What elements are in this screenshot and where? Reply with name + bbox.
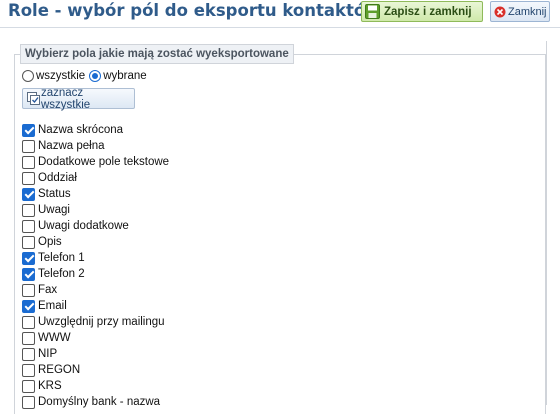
select-all-button[interactable]: zaznacz wszystkie [22, 86, 135, 111]
select-all-icon [27, 92, 40, 105]
field-row[interactable]: Opis [22, 234, 169, 250]
field-checkbox[interactable] [22, 187, 35, 201]
radio-all[interactable] [22, 70, 34, 82]
field-checkbox[interactable] [22, 363, 35, 377]
field-label[interactable]: Domyślny bank - nazwa [38, 396, 160, 408]
field-label[interactable]: Uwagi dodatkowe [38, 220, 129, 232]
field-row[interactable]: Uwzględnij przy mailingu [22, 314, 169, 330]
mode-radio-group: wszystkie wybrane [22, 68, 151, 84]
field-row[interactable]: Nazwa pełna [22, 138, 169, 154]
field-row[interactable]: Uwagi dodatkowe [22, 218, 169, 234]
field-label[interactable]: Nazwa pełna [38, 140, 104, 152]
field-row[interactable]: Fax [22, 282, 169, 298]
close-icon [494, 6, 506, 18]
field-label[interactable]: Uwzględnij przy mailingu [38, 316, 165, 328]
field-label[interactable]: Status [38, 188, 71, 200]
radio-all-label[interactable]: wszystkie [36, 70, 85, 82]
field-checkbox[interactable] [22, 203, 35, 217]
select-all-label: zaznacz wszystkie [41, 86, 91, 111]
panel-legend: Wybierz pola jakie mają zostać wyeksport… [20, 44, 294, 64]
field-label[interactable]: Telefon 2 [38, 268, 85, 280]
field-checkbox[interactable] [22, 299, 35, 313]
field-checkbox[interactable] [22, 395, 35, 409]
field-row[interactable]: Email [22, 298, 169, 314]
field-label[interactable]: Fax [38, 284, 57, 296]
field-label[interactable]: Oddział [38, 172, 77, 184]
field-label[interactable]: KRS [38, 380, 62, 392]
field-checkbox[interactable] [22, 267, 35, 281]
close-label: Zamknij [508, 5, 547, 18]
dialog-header: Role - wybór pól do eksportu kontaktów Z… [0, 0, 560, 26]
field-label[interactable]: Uwagi [38, 204, 70, 216]
field-checkbox[interactable] [22, 139, 35, 153]
field-checkbox[interactable] [22, 155, 35, 169]
field-label[interactable]: Telefon 1 [38, 252, 85, 264]
field-checkbox[interactable] [22, 347, 35, 361]
save-and-close-button[interactable]: Zapisz i zamknij [361, 1, 483, 22]
field-label[interactable]: Nazwa skrócona [38, 124, 123, 136]
field-label[interactable]: Email [38, 300, 67, 312]
close-button[interactable]: Zamknij [490, 1, 550, 22]
field-checkbox[interactable] [22, 251, 35, 265]
radio-selected-label[interactable]: wybrane [103, 70, 146, 82]
field-checkbox[interactable] [22, 171, 35, 185]
page-title: Role - wybór pól do eksportu kontaktów [8, 1, 381, 20]
field-checkbox[interactable] [22, 283, 35, 297]
field-checkbox[interactable] [22, 331, 35, 345]
field-checkbox[interactable] [22, 123, 35, 137]
field-checkbox[interactable] [22, 219, 35, 233]
field-row[interactable]: Telefon 1 [22, 250, 169, 266]
save-icon [365, 4, 380, 19]
save-and-close-label: Zapisz i zamknij [384, 5, 472, 18]
field-row[interactable]: Uwagi [22, 202, 169, 218]
radio-selected[interactable] [89, 70, 102, 82]
field-row[interactable]: Domyślny bank - nazwa [22, 394, 169, 410]
field-row[interactable]: Oddział [22, 170, 169, 186]
field-row[interactable]: Telefon 2 [22, 266, 169, 282]
field-label[interactable]: REGON [38, 364, 80, 376]
field-label[interactable]: WWW [38, 332, 71, 344]
field-row[interactable]: REGON [22, 362, 169, 378]
header-divider [0, 27, 560, 28]
field-row[interactable]: Status [22, 186, 169, 202]
field-label[interactable]: Opis [38, 236, 62, 248]
field-checkbox[interactable] [22, 315, 35, 329]
field-row[interactable]: Nazwa skrócona [22, 122, 169, 138]
field-checkbox[interactable] [22, 379, 35, 393]
field-row[interactable]: WWW [22, 330, 169, 346]
field-list: Nazwa skrócona Nazwa pełna Dodatkowe pole … [22, 122, 169, 410]
scroll-edge [546, 41, 547, 405]
field-checkbox[interactable] [22, 235, 35, 249]
field-label[interactable]: Dodatkowe pole tekstowe [38, 156, 169, 168]
field-row[interactable]: NIP [22, 346, 169, 362]
field-row[interactable]: Dodatkowe pole tekstowe [22, 154, 169, 170]
field-label[interactable]: NIP [38, 348, 57, 360]
field-row[interactable]: KRS [22, 378, 169, 394]
